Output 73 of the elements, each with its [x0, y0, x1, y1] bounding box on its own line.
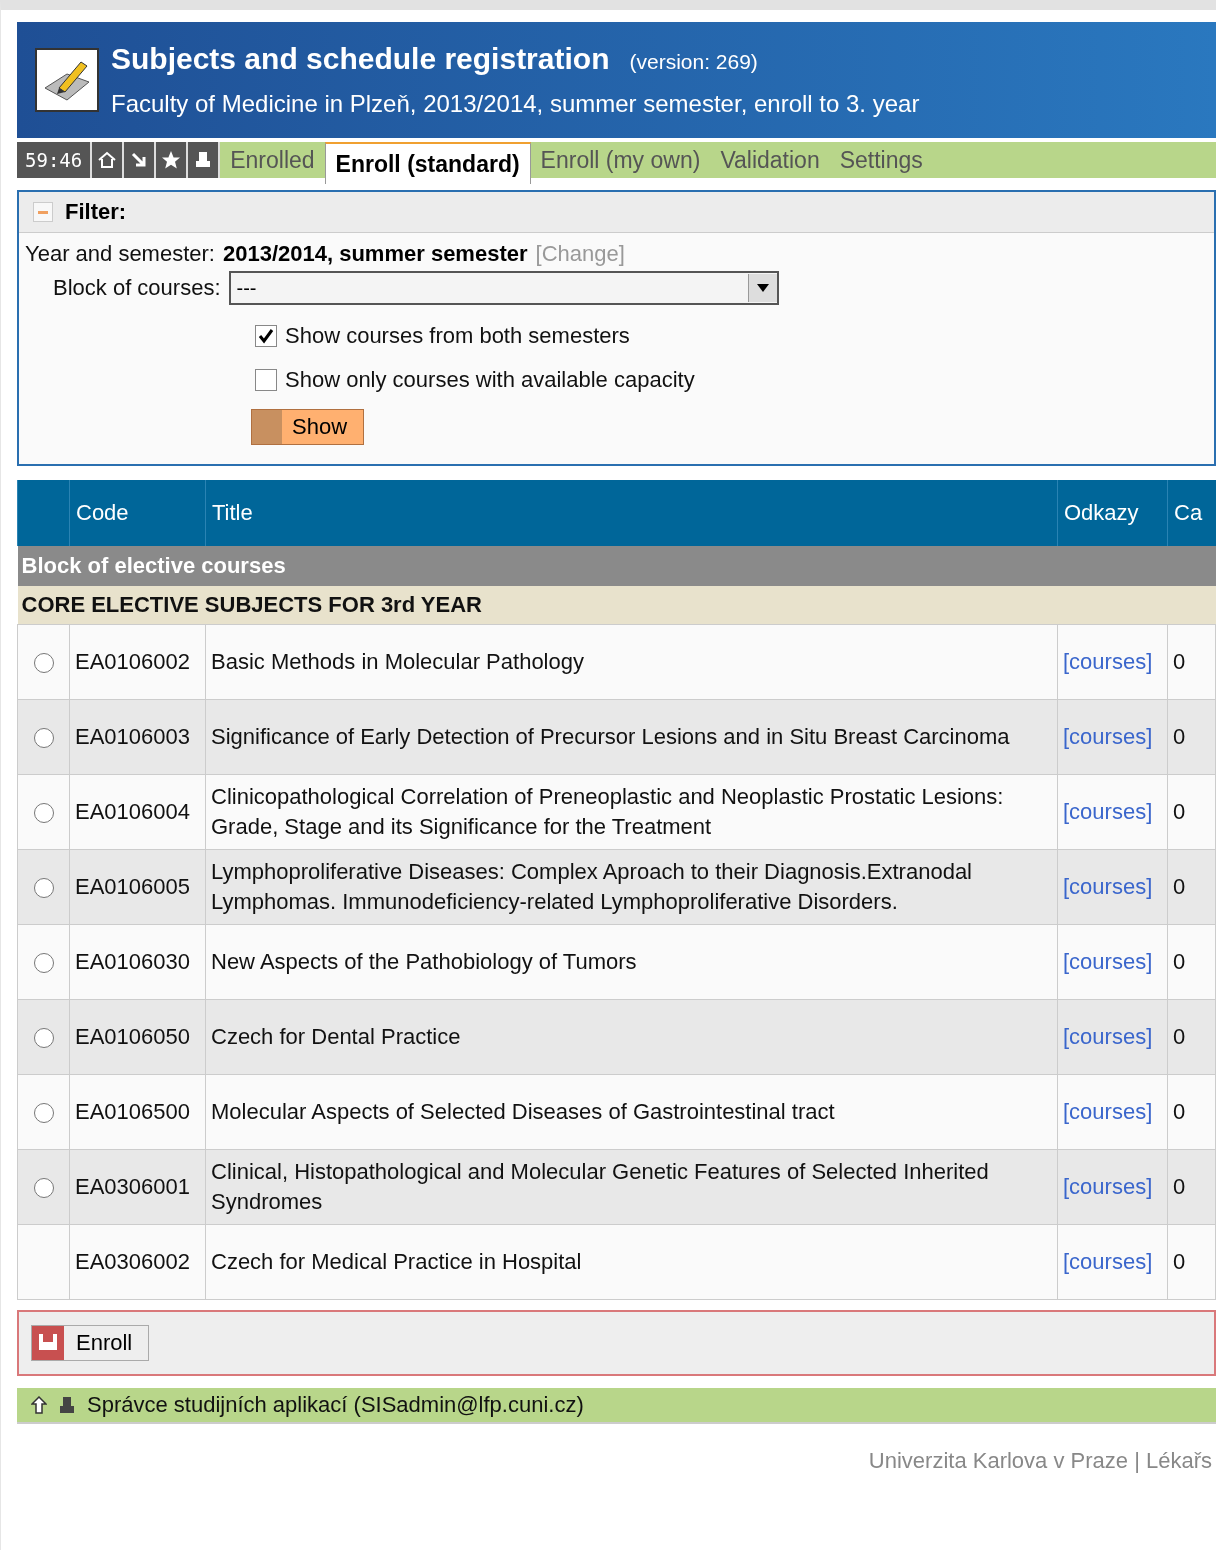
- print-icon: [59, 1396, 75, 1414]
- column-header: Ca: [1167, 480, 1216, 546]
- title-cell: Lymphoproliferative Diseases: Complex Aproach to their Diagnosis.Extranodal Lymphomas. Immunodeficiency-related Lymphoproliferative Disorders.: [205, 849, 1058, 925]
- code-cell: EA0306002: [69, 1224, 206, 1300]
- year-label: Year and semester:: [25, 241, 215, 267]
- nav-tab[interactable]: Validation: [710, 142, 830, 178]
- save-icon: [32, 1326, 64, 1360]
- radio-button[interactable]: [33, 953, 54, 974]
- home-icon[interactable]: [92, 142, 125, 178]
- code-cell: EA0106005: [69, 849, 206, 925]
- filter-title: Filter:: [65, 199, 127, 225]
- subgroup-row: CORE ELECTIVE SUBJECTS FOR 3rd YEAR: [17, 586, 1216, 625]
- radio-button[interactable]: [33, 1178, 54, 1199]
- footer-text: Univerzita Karlova v Praze | Lékařs: [868, 1448, 1212, 1473]
- admin-contact: Správce studijních aplikací (SISadmin@lfp.cuni.cz): [87, 1392, 584, 1418]
- capacity-cell: 0: [1167, 624, 1216, 700]
- title-cell: Clinicopathological Correlation of Preneoplastic and Neoplastic Prostatic Lesions: Grade, Stage and its Significance for the Treatment: [205, 774, 1058, 850]
- code-cell: EA0306001: [69, 1149, 206, 1225]
- capacity-cell: 0: [1167, 1224, 1216, 1300]
- column-header: Title: [205, 480, 1058, 546]
- code-cell: EA0106004: [69, 774, 206, 850]
- title-cell: Significance of Early Detection of Precursor Lesions and in Situ Breast Carcinoma: [205, 699, 1058, 775]
- checkbox[interactable]: [255, 325, 277, 347]
- code-cell: EA0106002: [69, 624, 206, 700]
- capacity-cell: 0: [1167, 1074, 1216, 1150]
- nav-tab[interactable]: Enrolled: [220, 142, 325, 178]
- radio-button[interactable]: [33, 878, 54, 899]
- group-row: Block of elective courses: [17, 546, 1216, 586]
- year-value: 2013/2014, summer semester: [222, 241, 528, 267]
- code-cell: EA0106030: [69, 924, 206, 1000]
- enroll-button[interactable]: Enroll: [31, 1325, 150, 1361]
- title-cell: Czech for Medical Practice in Hospital: [205, 1224, 1058, 1300]
- radio-button[interactable]: [33, 803, 54, 824]
- radio-button[interactable]: [33, 1103, 54, 1124]
- checkbox[interactable]: [255, 369, 277, 391]
- title-cell: New Aspects of the Pathobiology of Tumors: [205, 924, 1058, 1000]
- title-cell: Basic Methods in Molecular Pathology: [205, 624, 1058, 700]
- nav-tab[interactable]: Settings: [829, 142, 933, 178]
- nav-tab[interactable]: Enroll (my own): [530, 142, 711, 178]
- capacity-cell: 0: [1167, 924, 1216, 1000]
- capacity-cell: 0: [1167, 999, 1216, 1075]
- code-cell: EA0106003: [69, 699, 206, 775]
- checkbox-label: Show only courses with available capacity: [285, 367, 695, 393]
- notebook-pencil-icon: [35, 48, 99, 112]
- version-label: (version: 269): [629, 50, 758, 74]
- column-header: Odkazy: [1057, 480, 1168, 546]
- show-button[interactable]: Show: [251, 409, 365, 445]
- dropdown-arrow-icon: [756, 284, 769, 292]
- title-cell: Czech for Dental Practice: [205, 999, 1058, 1075]
- print-icon[interactable]: [188, 142, 221, 178]
- column-header: Code: [69, 480, 206, 546]
- code-cell: EA0106500: [69, 1074, 206, 1150]
- collapse-toggle[interactable]: [33, 202, 53, 222]
- radio-button[interactable]: [33, 653, 54, 674]
- session-timer: 59:46: [17, 142, 93, 178]
- block-label: Block of courses:: [53, 275, 221, 301]
- up-arrow-icon: [31, 1396, 47, 1414]
- capacity-cell: 0: [1167, 849, 1216, 925]
- code-cell: EA0106050: [69, 999, 206, 1075]
- title-cell: Molecular Aspects of Selected Diseases of Gastrointestinal tract: [205, 1074, 1058, 1150]
- checkbox-label: Show courses from both semesters: [285, 323, 630, 349]
- nav-tab[interactable]: Enroll (standard): [324, 142, 531, 184]
- change-link[interactable]: [Change]: [535, 241, 625, 267]
- capacity-cell: 0: [1167, 1149, 1216, 1225]
- block-select[interactable]: ---: [228, 271, 779, 305]
- page-subtitle: Faculty of Medicine in Plzeň, 2013/2014, summer semester, enroll to 3. year: [111, 90, 920, 118]
- title-cell: Clinical, Histopathological and Molecular Genetic Features of Selected Inherited Syndromes: [205, 1149, 1058, 1225]
- capacity-cell: 0: [1167, 774, 1216, 850]
- capacity-cell: 0: [1167, 699, 1216, 775]
- header-cell: [17, 480, 70, 546]
- page-title: Subjects and schedule registration: [111, 42, 610, 76]
- radio-button[interactable]: [33, 1028, 54, 1049]
- radio-button[interactable]: [33, 728, 54, 749]
